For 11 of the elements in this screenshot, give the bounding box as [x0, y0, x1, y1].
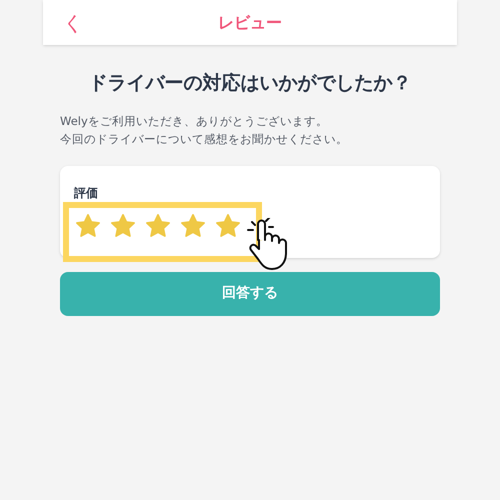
page-title: レビュー: [218, 12, 282, 34]
intro-text: Welyをご利用いただき、ありがとうございます。 今回のドライバーについて感想をお聞かせください。: [60, 112, 349, 148]
submit-button[interactable]: 回答する: [60, 272, 440, 316]
star-icon[interactable]: [144, 212, 172, 240]
rating-label: 評価: [74, 184, 99, 202]
question-heading: ドライバーの対応はいかがでしたか？: [88, 71, 412, 96]
star-icon[interactable]: [214, 212, 242, 240]
star-icon[interactable]: [74, 212, 102, 240]
back-button[interactable]: く: [63, 12, 83, 32]
star-icon[interactable]: [179, 212, 207, 240]
star-icon[interactable]: [109, 212, 137, 240]
